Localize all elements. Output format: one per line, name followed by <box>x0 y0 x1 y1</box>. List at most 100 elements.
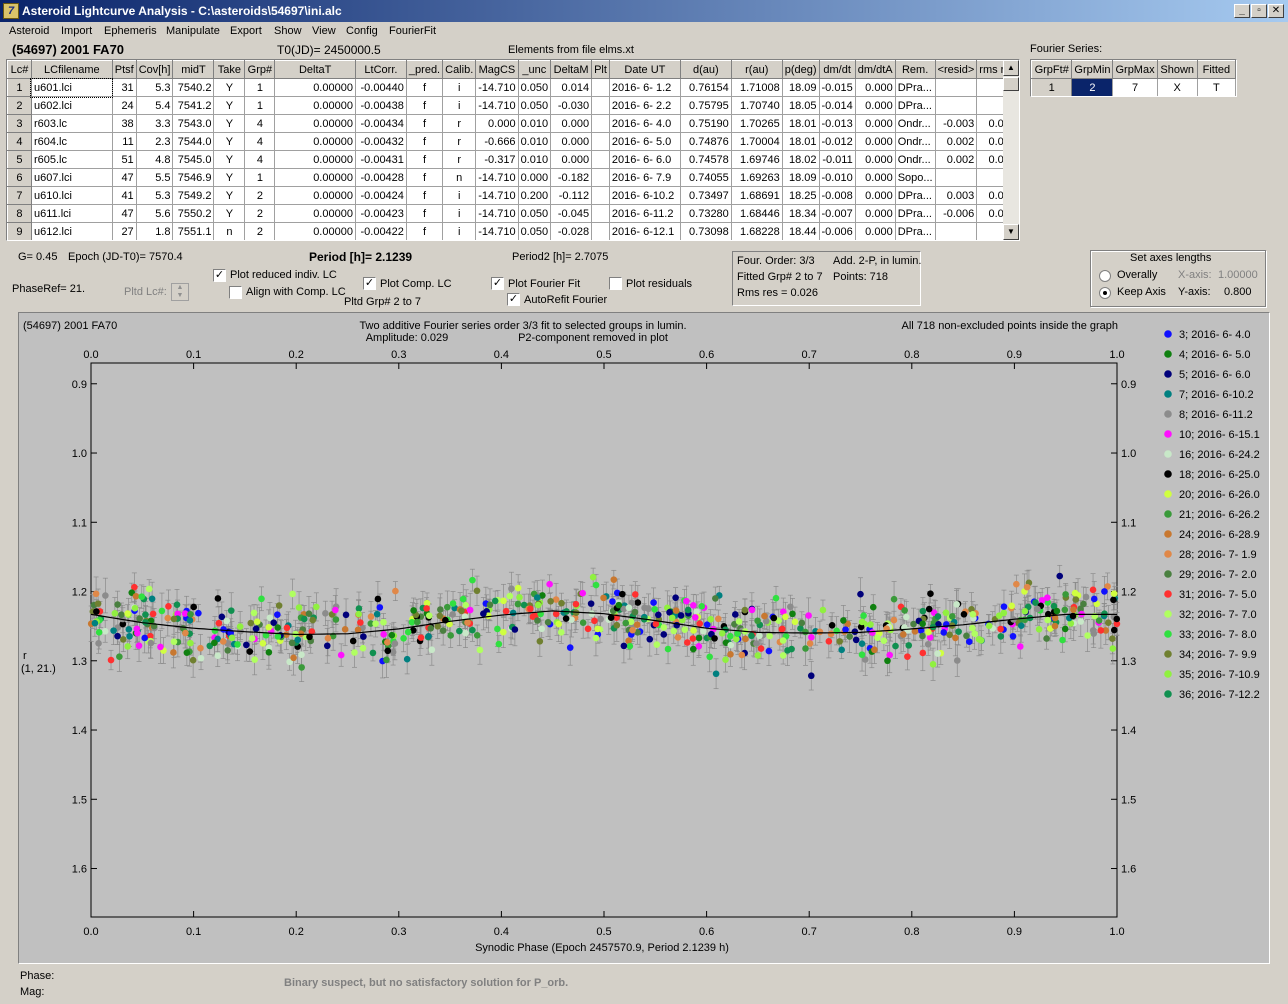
table-cell[interactable]: 0.000 <box>854 96 896 115</box>
table-cell[interactable]: 51 <box>111 150 137 169</box>
table-cell[interactable]: 0.73280 <box>679 204 732 223</box>
fourier-cell[interactable]: 1 <box>1031 78 1073 96</box>
table-cell[interactable]: -0.666 <box>475 132 519 151</box>
table-cell[interactable]: 0.000 <box>550 150 593 169</box>
table-cell[interactable]: 18.05 <box>781 96 820 115</box>
table-cell[interactable]: 1.69746 <box>730 150 783 169</box>
table-cell[interactable]: -0.014 <box>818 96 856 115</box>
table-cell[interactable]: 0.74055 <box>679 168 732 187</box>
table-cell[interactable]: 0.010 <box>517 132 552 151</box>
row-header[interactable]: 6 <box>7 168 32 187</box>
table-cell[interactable]: -14.710 <box>475 222 519 240</box>
table-cell[interactable]: 7541.2 <box>172 96 215 115</box>
table-cell[interactable]: 1 <box>244 96 276 115</box>
column-header[interactable]: Calib. <box>442 60 477 79</box>
table-cell[interactable]: 0.010 <box>517 150 552 169</box>
table-cell[interactable]: 0.00000 <box>274 168 356 187</box>
scroll-up-icon[interactable]: ▲ <box>1003 60 1019 76</box>
column-header[interactable]: Cov[h] <box>135 60 174 79</box>
table-cell[interactable]: 0.003 <box>934 186 978 205</box>
column-header[interactable]: Rem. <box>894 60 936 79</box>
table-cell[interactable]: -14.710 <box>475 186 519 205</box>
table-cell[interactable]: 0.002 <box>934 132 978 151</box>
table-cell[interactable] <box>591 78 610 97</box>
table-cell[interactable]: -0.00438 <box>354 96 407 115</box>
table-cell[interactable]: -0.317 <box>475 150 519 169</box>
menu-view[interactable]: View <box>312 25 336 37</box>
table-cell[interactable]: -0.00428 <box>354 168 407 187</box>
table-cell[interactable]: 1.71008 <box>730 78 783 97</box>
column-header[interactable]: DeltaM <box>550 60 593 79</box>
table-cell[interactable] <box>591 132 610 151</box>
table-cell[interactable]: 0.000 <box>854 150 896 169</box>
table-cell[interactable]: -0.015 <box>818 78 856 97</box>
column-header[interactable]: Date UT <box>608 60 681 79</box>
table-cell[interactable]: 0.000 <box>550 114 593 133</box>
table-cell[interactable]: 0.00000 <box>274 96 356 115</box>
table-cell[interactable]: Y <box>213 204 246 223</box>
table-row[interactable]: 4 r604.lc 11 2.3 7544.0 Y 4 0.00000 -0.00432 f r -0… <box>7 132 1019 151</box>
table-cell[interactable]: 18.01 <box>781 132 820 151</box>
table-cell[interactable]: 0.000 <box>854 222 896 240</box>
table-cell[interactable]: 5.3 <box>135 78 174 97</box>
table-cell[interactable] <box>591 186 610 205</box>
table-cell[interactable]: Y <box>213 132 246 151</box>
row-header[interactable]: 1 <box>7 78 32 97</box>
table-cell[interactable]: 0.200 <box>517 186 552 205</box>
plot-fourier-checkbox[interactable]: ✓ <box>491 277 504 290</box>
column-header[interactable]: d(au) <box>679 60 732 79</box>
table-cell[interactable]: u612.lci <box>30 222 113 240</box>
table-row[interactable]: 2 u602.lci 24 5.4 7541.2 Y 1 0.00000 -0.00438 f i -… <box>7 96 1019 115</box>
table-cell[interactable] <box>591 204 610 223</box>
table-cell[interactable]: f <box>405 186 444 205</box>
table-cell[interactable]: 2016- 6- 4.0 <box>608 114 681 133</box>
menu-fourierfit[interactable]: FourierFit <box>389 25 436 37</box>
table-cell[interactable]: 0.002 <box>934 150 978 169</box>
table-cell[interactable]: 18.34 <box>781 204 820 223</box>
table-cell[interactable]: 2016- 6- 6.0 <box>608 150 681 169</box>
table-cell[interactable]: 7550.2 <box>172 204 215 223</box>
table-cell[interactable]: 2016- 6-10.2 <box>608 186 681 205</box>
table-cell[interactable] <box>934 222 978 240</box>
table-cell[interactable]: r604.lc <box>30 132 113 151</box>
table-cell[interactable]: 1.70265 <box>730 114 783 133</box>
table-cell[interactable]: -0.028 <box>550 222 593 240</box>
scroll-thumb[interactable] <box>1003 77 1019 91</box>
table-cell[interactable]: 0.75190 <box>679 114 732 133</box>
table-cell[interactable]: Ondr... <box>894 150 936 169</box>
table-cell[interactable]: 31 <box>111 78 137 97</box>
scroll-down-icon[interactable]: ▼ <box>1003 224 1019 240</box>
table-cell[interactable]: 0.050 <box>517 204 552 223</box>
table-cell[interactable]: 7540.2 <box>172 78 215 97</box>
table-cell[interactable] <box>591 150 610 169</box>
row-header[interactable]: 8 <box>7 204 32 223</box>
table-cell[interactable]: u611.lci <box>30 204 113 223</box>
table-row[interactable]: 3 r603.lc 38 3.3 7543.0 Y 4 0.00000 -0.00434 f r 0.… <box>7 114 1019 133</box>
table-cell[interactable]: 18.09 <box>781 78 820 97</box>
minimize-button[interactable]: _ <box>1234 4 1250 18</box>
table-cell[interactable]: -0.008 <box>818 186 856 205</box>
table-cell[interactable]: 18.44 <box>781 222 820 240</box>
table-cell[interactable]: u602.lci <box>30 96 113 115</box>
table-cell[interactable]: r605.lc <box>30 150 113 169</box>
table-cell[interactable]: Y <box>213 96 246 115</box>
table-cell[interactable]: -0.006 <box>818 222 856 240</box>
table-cell[interactable]: 4.8 <box>135 150 174 169</box>
x-axis-value[interactable]: 1.00000 <box>1218 269 1258 281</box>
plot-comp-checkbox[interactable]: ✓ <box>363 277 376 290</box>
table-cell[interactable]: 0.050 <box>517 78 552 97</box>
table-cell[interactable]: 41 <box>111 186 137 205</box>
table-cell[interactable]: -0.003 <box>934 114 978 133</box>
table-cell[interactable]: 0.76154 <box>679 78 732 97</box>
table-cell[interactable]: f <box>405 150 444 169</box>
table-cell[interactable]: 2 <box>244 204 276 223</box>
table-cell[interactable]: Sopo... <box>894 168 936 187</box>
column-header[interactable]: _unc <box>517 60 552 79</box>
table-cell[interactable]: 47 <box>111 168 137 187</box>
table-cell[interactable]: -0.006 <box>934 204 978 223</box>
column-header[interactable]: Take <box>213 60 246 79</box>
menu-export[interactable]: Export <box>230 25 262 37</box>
plot-reduced-checkbox[interactable]: ✓ <box>213 269 226 282</box>
table-cell[interactable]: 2.3 <box>135 132 174 151</box>
table-cell[interactable]: 2 <box>244 222 276 240</box>
